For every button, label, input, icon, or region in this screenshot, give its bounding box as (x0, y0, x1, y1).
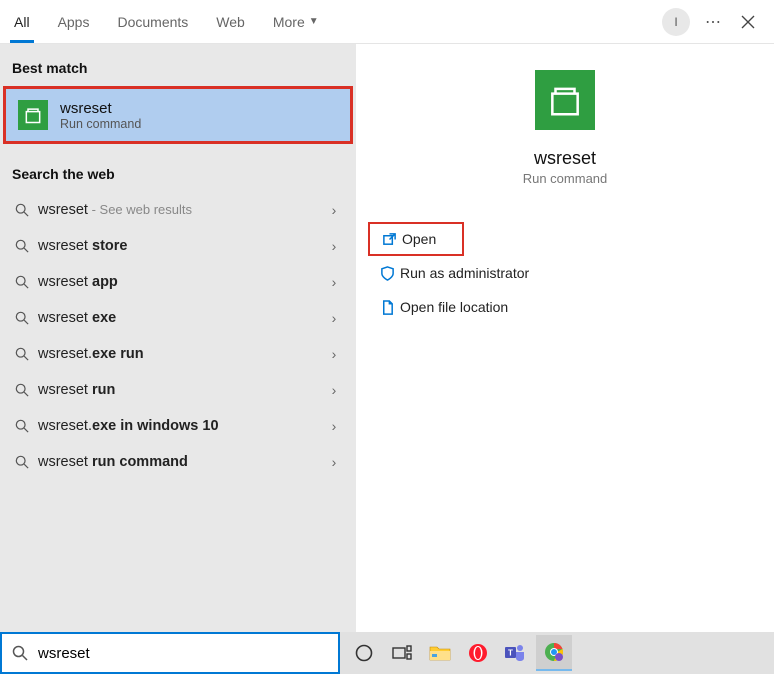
search-icon (12, 203, 32, 217)
tab-more[interactable]: More▼ (259, 0, 333, 43)
web-result[interactable]: wsreset exe › (0, 300, 356, 336)
top-bar: All Apps Documents Web More▼ I ⋯ (0, 0, 774, 44)
web-result-text: wsreset.exe run (38, 346, 324, 362)
taskbar-cortana[interactable] (346, 635, 382, 671)
preview-subtitle: Run command (523, 171, 608, 186)
filter-tabs: All Apps Documents Web More▼ (0, 0, 333, 43)
close-icon (741, 15, 755, 29)
chevron-right-icon: › (324, 310, 344, 326)
results-panel: Best match wsreset Run command Search th… (0, 44, 356, 632)
taskbar-chrome[interactable] (536, 635, 572, 671)
chevron-right-icon: › (324, 238, 344, 254)
task-view-icon (392, 645, 412, 661)
taskbar: T (340, 632, 774, 674)
search-box[interactable] (0, 632, 340, 674)
preview-panel: wsreset Run command Open Run as administ… (356, 44, 774, 632)
search-icon (12, 419, 32, 433)
chevron-right-icon: › (324, 202, 344, 218)
search-icon (12, 275, 32, 289)
tab-apps[interactable]: Apps (44, 0, 104, 43)
chrome-icon (544, 642, 564, 662)
preview-title: wsreset (534, 148, 596, 169)
web-result-text: wsreset app (38, 274, 324, 290)
chevron-right-icon: › (324, 274, 344, 290)
search-icon (12, 347, 32, 361)
search-icon (12, 383, 32, 397)
best-match-item[interactable]: wsreset Run command (3, 86, 353, 144)
web-result[interactable]: wsreset run command › (0, 444, 356, 480)
web-result-text: wsreset run (38, 382, 324, 398)
web-result-text: wsreset run command (38, 454, 324, 470)
svg-text:T: T (508, 649, 513, 658)
open-icon (376, 232, 402, 247)
file-icon (374, 300, 400, 315)
web-result[interactable]: wsreset run › (0, 372, 356, 408)
close-button[interactable] (730, 4, 766, 40)
web-result[interactable]: wsreset.exe run › (0, 336, 356, 372)
taskbar-teams[interactable]: T (498, 635, 534, 671)
search-input[interactable] (38, 645, 328, 662)
user-avatar[interactable]: I (662, 8, 690, 36)
chevron-right-icon: › (324, 418, 344, 434)
taskbar-opera[interactable] (460, 635, 496, 671)
chevron-right-icon: › (324, 454, 344, 470)
web-result-text: wsreset - See web results (38, 202, 324, 218)
tab-web[interactable]: Web (202, 0, 259, 43)
preview-actions: Open Run as administrator Open file loca… (356, 222, 774, 324)
web-result-text: wsreset.exe in windows 10 (38, 418, 324, 434)
chevron-down-icon: ▼ (309, 16, 319, 27)
store-icon (18, 100, 48, 130)
search-icon (12, 311, 32, 325)
best-match-heading: Best match (0, 44, 356, 86)
store-icon (535, 70, 595, 130)
cortana-icon (354, 643, 374, 663)
shield-icon (374, 266, 400, 281)
search-icon (12, 239, 32, 253)
web-result[interactable]: wsreset.exe in windows 10 › (0, 408, 356, 444)
web-result-text: wsreset exe (38, 310, 324, 326)
search-web-heading: Search the web (0, 150, 356, 192)
web-result[interactable]: wsreset store › (0, 228, 356, 264)
best-match-title: wsreset (60, 100, 141, 117)
web-result-text: wsreset store (38, 238, 324, 254)
action-open[interactable]: Open (368, 222, 464, 256)
action-run-as-admin[interactable]: Run as administrator (368, 256, 758, 290)
tab-documents[interactable]: Documents (103, 0, 202, 43)
teams-icon: T (505, 643, 527, 663)
best-match-subtitle: Run command (60, 117, 141, 131)
taskbar-task-view[interactable] (384, 635, 420, 671)
taskbar-file-explorer[interactable] (422, 635, 458, 671)
web-result[interactable]: wsreset - See web results › (0, 192, 356, 228)
search-icon (12, 645, 28, 661)
search-icon (12, 455, 32, 469)
action-open-file-location[interactable]: Open file location (368, 290, 758, 324)
opera-icon (468, 643, 488, 663)
tab-all[interactable]: All (0, 0, 44, 43)
chevron-right-icon: › (324, 382, 344, 398)
folder-icon (429, 644, 451, 662)
options-button[interactable]: ⋯ (698, 12, 730, 32)
chevron-right-icon: › (324, 346, 344, 362)
web-result[interactable]: wsreset app › (0, 264, 356, 300)
